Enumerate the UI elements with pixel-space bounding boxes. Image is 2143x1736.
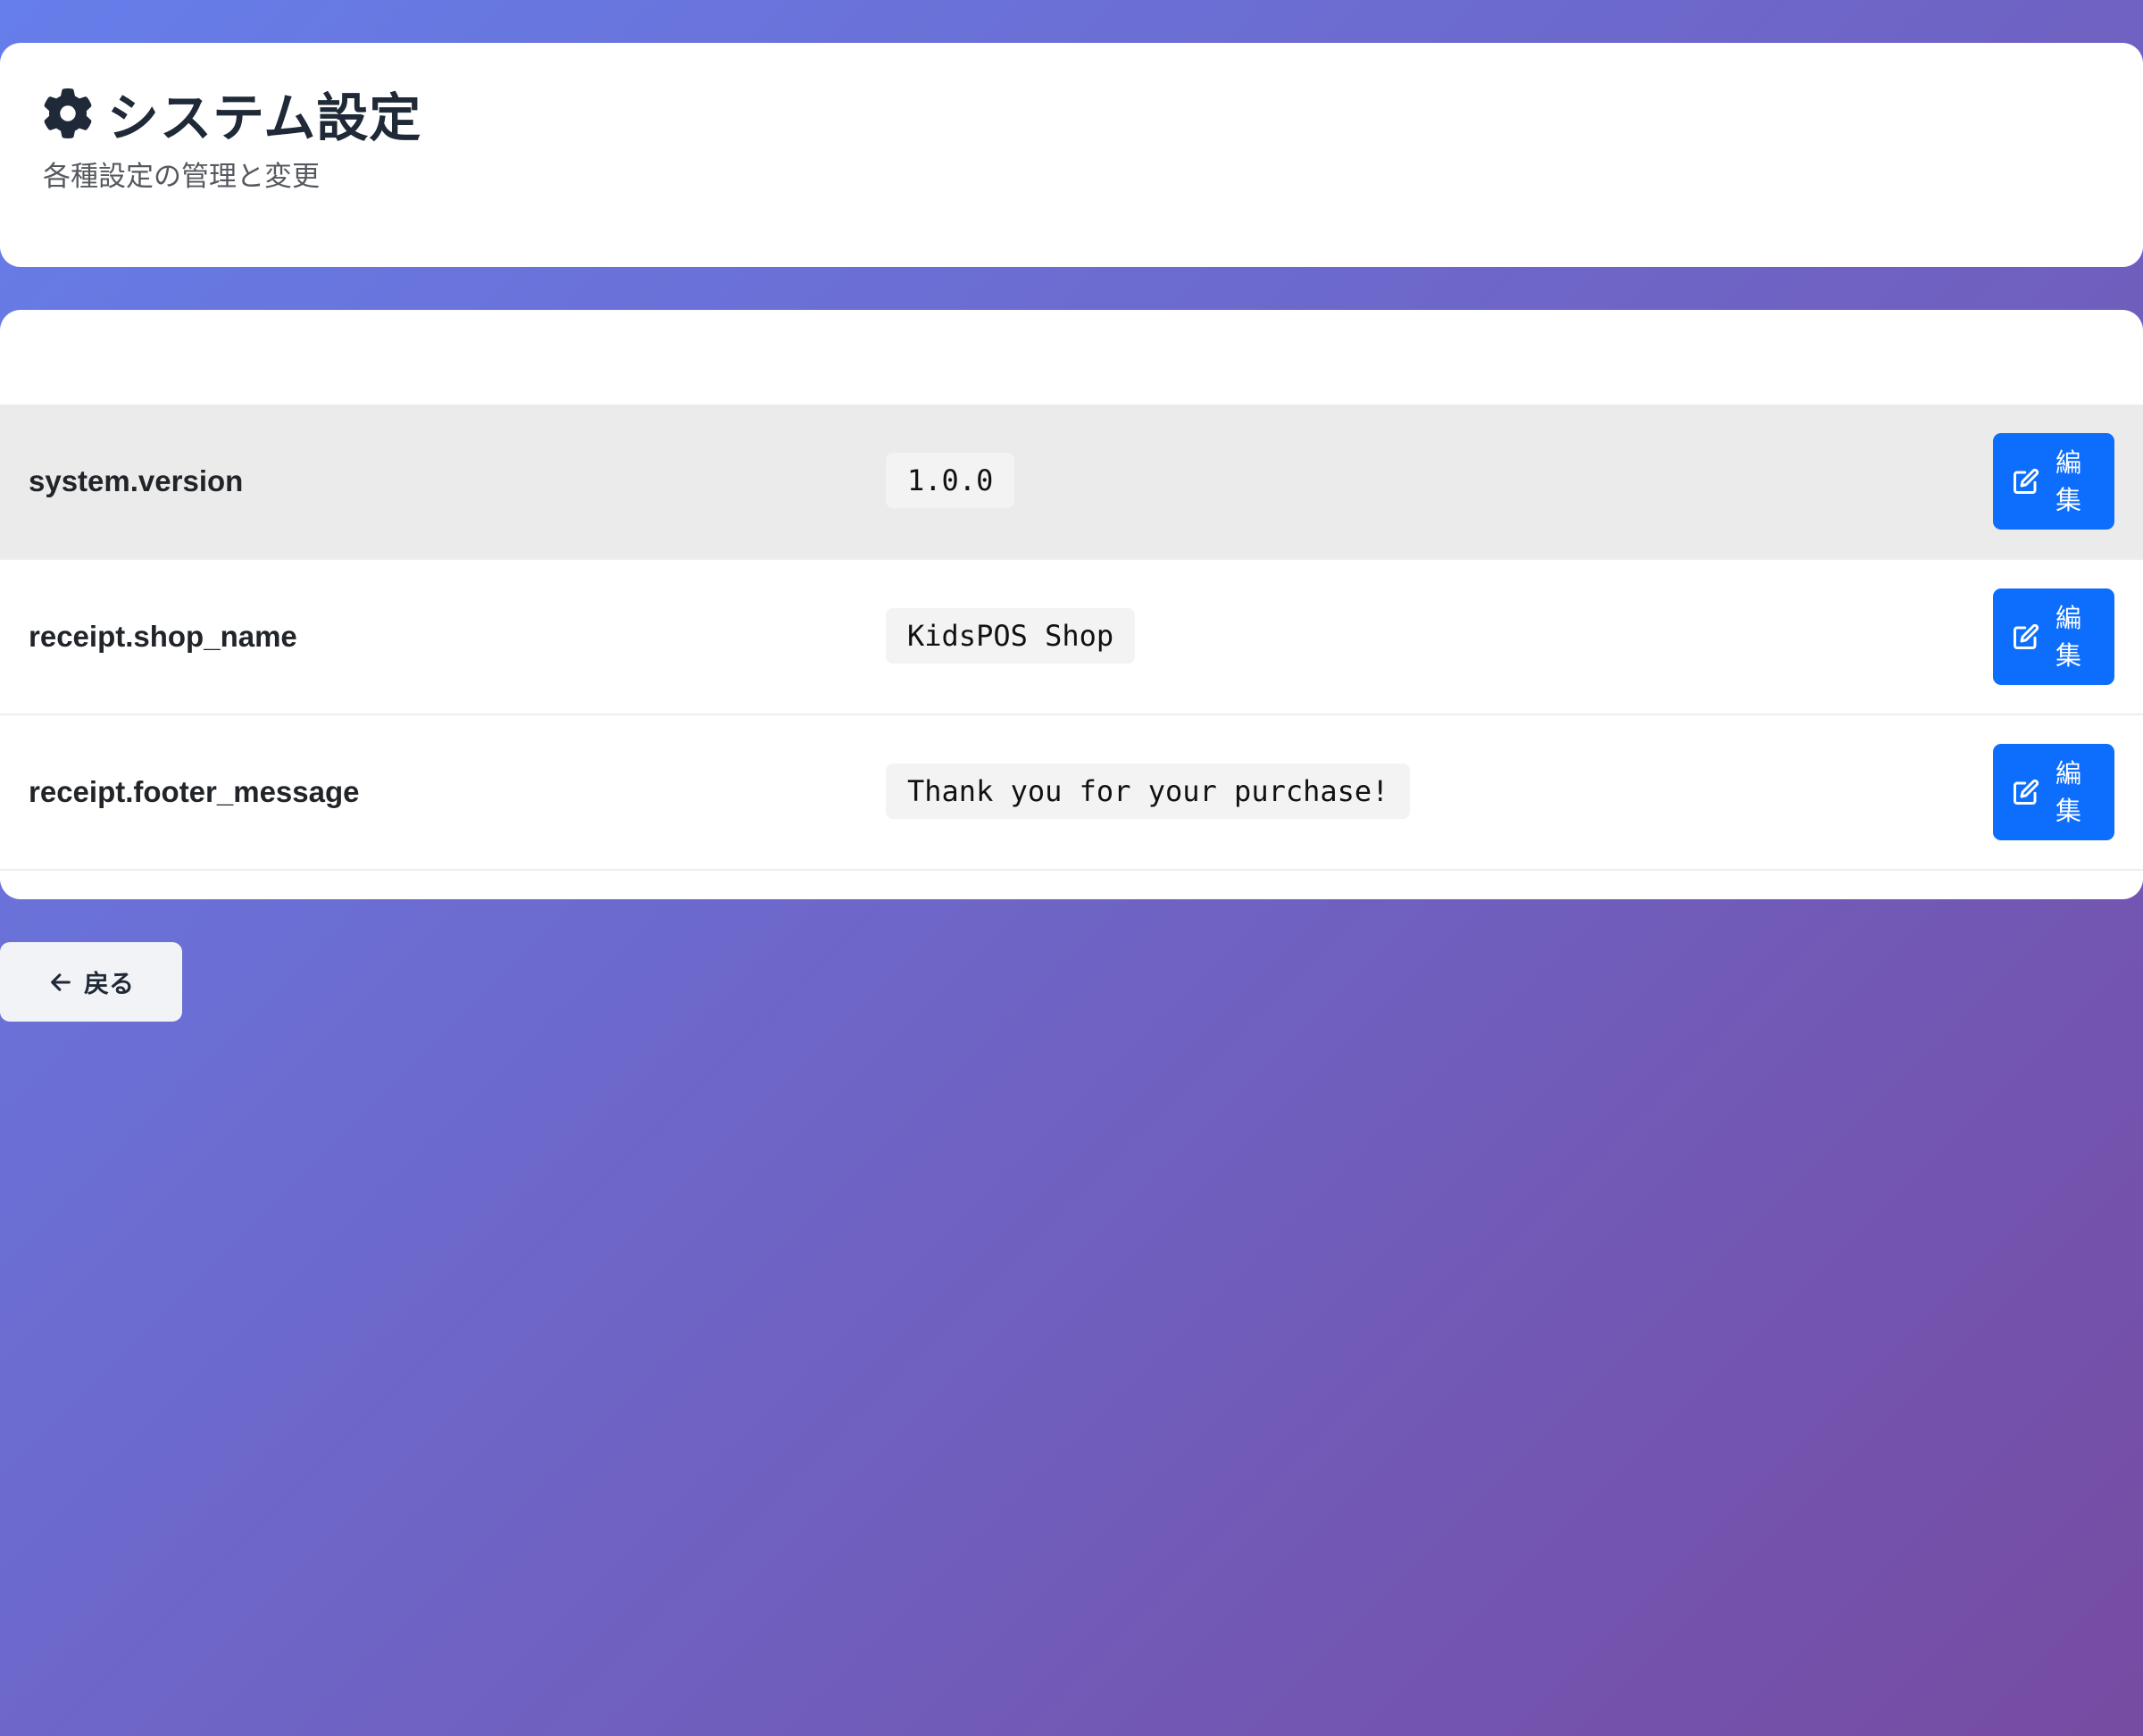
gear-icon [44, 88, 92, 138]
settings-table: system.version 1.0.0 編集 receipt.shop_nam… [0, 310, 2143, 899]
page-title-row: システム設定 [43, 82, 421, 148]
table-row: system.version 1.0.0 編集 [0, 405, 2143, 560]
table-row: receipt.footer_message Thank you for you… [0, 715, 2143, 871]
setting-value: 1.0.0 [886, 453, 1015, 508]
edit-icon [2014, 468, 2039, 494]
edit-icon [2014, 779, 2039, 805]
setting-key: receipt.footer_message [29, 775, 360, 808]
edit-button[interactable]: 編集 [1993, 433, 2114, 530]
edit-button-label: 編集 [2055, 447, 2082, 515]
edit-button[interactable]: 編集 [1993, 744, 2114, 840]
setting-key: system.version [29, 464, 244, 497]
setting-key: receipt.shop_name [29, 620, 297, 653]
page-subtitle: 各種設定の管理と変更 [43, 161, 320, 193]
arrow-left-icon [51, 972, 71, 991]
edit-button-label: 編集 [2055, 603, 2082, 671]
back-button[interactable]: 戻る [0, 942, 182, 1022]
page-title: システム設定 [107, 88, 422, 148]
edit-icon [2014, 623, 2039, 649]
setting-value: Thank you for your purchase! [886, 764, 1411, 819]
table-row: receipt.shop_name KidsPOS Shop 編集 [0, 560, 2143, 715]
edit-button-label: 編集 [2055, 758, 2082, 826]
setting-value: KidsPOS Shop [886, 608, 1136, 664]
back-button-label: 戻る [83, 968, 134, 998]
edit-button[interactable]: 編集 [1993, 588, 2114, 685]
